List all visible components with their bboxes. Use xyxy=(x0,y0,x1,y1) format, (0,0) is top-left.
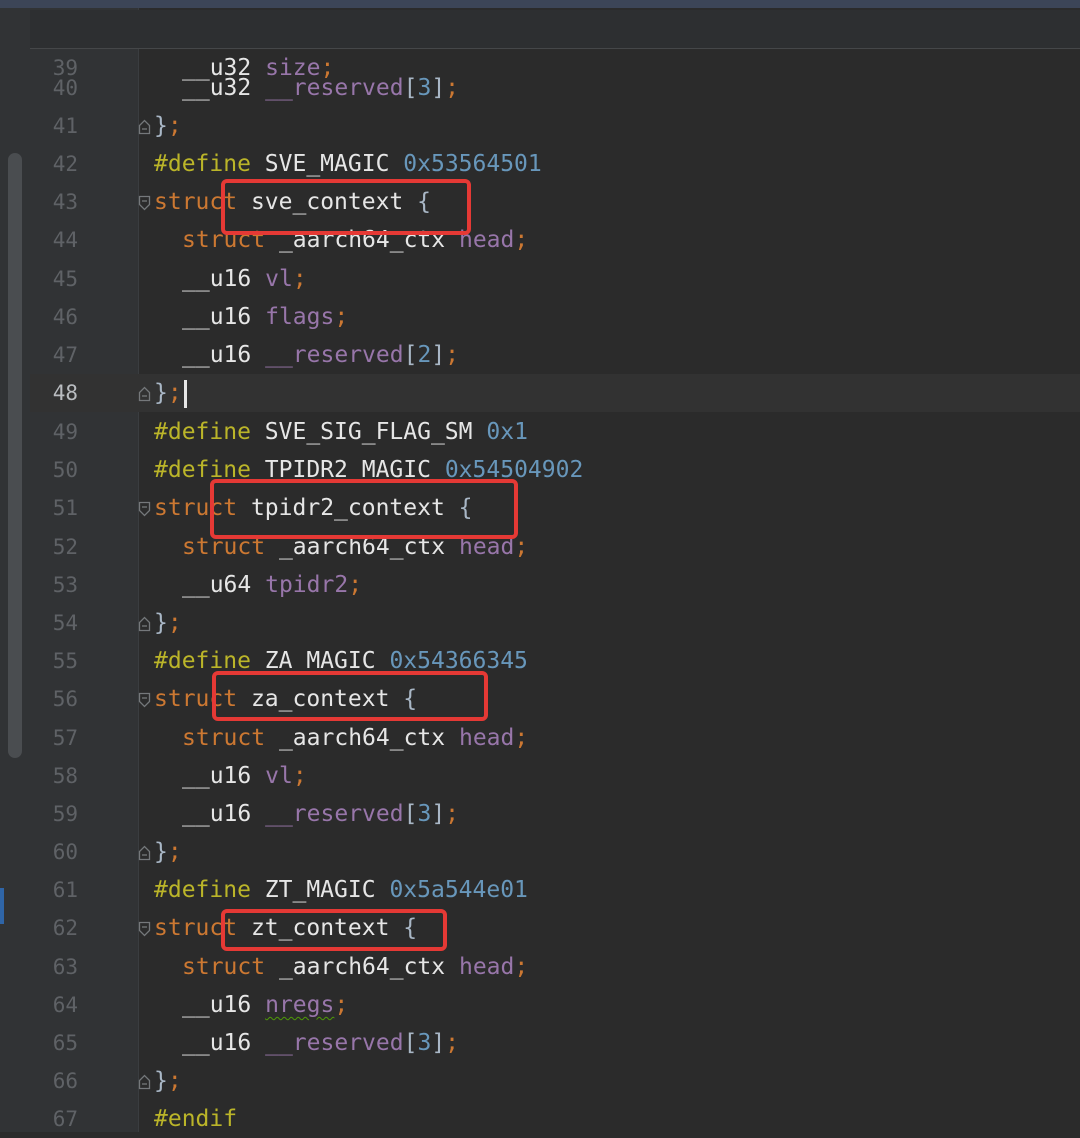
line-number: 40 xyxy=(52,76,78,100)
fold-close-icon[interactable] xyxy=(138,119,151,135)
line-number: 54 xyxy=(52,611,78,635)
fold-open-icon[interactable] xyxy=(138,501,151,517)
code-line[interactable]: 63 struct _aarch64_ctx head; xyxy=(30,948,1080,986)
code-text: #define ZT_MAGIC 0x5a544e01 xyxy=(154,877,528,903)
code-line[interactable]: 51 struct tpidr2_context { xyxy=(30,489,1080,527)
code-line[interactable]: 64 __u16 nregs; xyxy=(30,986,1080,1024)
fold-close-icon[interactable] xyxy=(138,616,151,632)
line-number: 49 xyxy=(52,420,78,444)
code-line[interactable]: 41}; xyxy=(30,107,1080,145)
code-text: __u16 __reserved[3]; xyxy=(182,801,460,827)
code-text: __u16 vl; xyxy=(182,763,307,789)
line-number: 50 xyxy=(52,458,78,482)
highlight-tpidr2-context xyxy=(210,479,518,539)
code-text: }; xyxy=(154,839,182,865)
code-line[interactable]: 52 struct _aarch64_ctx head; xyxy=(30,528,1080,566)
line-number: 42 xyxy=(52,152,78,176)
line-number: 66 xyxy=(52,1069,78,1093)
code-text: #define SVE_MAGIC 0x53564501 xyxy=(154,151,542,177)
code-line[interactable]: 67 #endif xyxy=(30,1100,1080,1138)
line-number: 59 xyxy=(52,802,78,826)
highlight-zt-context xyxy=(221,909,447,951)
line-number: 51 xyxy=(52,496,78,520)
code-line[interactable]: 40 __u32 __reserved[3]; xyxy=(30,69,1080,107)
line-number: 52 xyxy=(52,535,78,559)
line-number: 60 xyxy=(52,840,78,864)
sticky-scope-header[interactable] xyxy=(30,10,1080,49)
code-text: __u16 __reserved[2]; xyxy=(182,342,460,368)
line-number: 47 xyxy=(52,343,78,367)
code-text: #endif xyxy=(154,1106,238,1132)
code-line[interactable]: 53 __u64 tpidr2; xyxy=(30,566,1080,604)
code-text: __u16 vl; xyxy=(182,266,307,292)
code-line[interactable]: 59 __u16 __reserved[3]; xyxy=(30,795,1080,833)
line-number: 58 xyxy=(52,764,78,788)
line-number: 62 xyxy=(52,916,78,940)
code-line[interactable]: 66}; xyxy=(30,1062,1080,1100)
line-number: 67 xyxy=(52,1107,78,1131)
rail-active-marker xyxy=(0,888,4,924)
code-line[interactable]: 65 __u16 __reserved[3]; xyxy=(30,1024,1080,1062)
code-line[interactable]: 54}; xyxy=(30,604,1080,642)
code-line[interactable]: 48}; xyxy=(30,374,1080,412)
code-line[interactable]: 44 struct _aarch64_ctx head; xyxy=(30,221,1080,259)
fold-close-icon[interactable] xyxy=(138,1074,151,1090)
code-line[interactable]: 47 __u16 __reserved[2]; xyxy=(30,336,1080,374)
line-number: 56 xyxy=(52,687,78,711)
fold-close-icon[interactable] xyxy=(138,386,151,402)
code-text: }; xyxy=(154,1068,182,1094)
code-line[interactable]: 42 #define SVE_MAGIC 0x53564501 xyxy=(30,145,1080,183)
line-number: 55 xyxy=(52,649,78,673)
tool-window-rail xyxy=(0,8,31,1132)
code-text: }; xyxy=(154,374,187,412)
code-line[interactable]: 46 __u16 flags; xyxy=(30,298,1080,336)
line-number: 57 xyxy=(52,726,78,750)
code-line[interactable]: 45 __u16 vl; xyxy=(30,260,1080,298)
line-number: 63 xyxy=(52,955,78,979)
line-number: 64 xyxy=(52,993,78,1017)
code-line[interactable]: 61 #define ZT_MAGIC 0x5a544e01 xyxy=(30,871,1080,909)
fold-open-icon[interactable] xyxy=(138,195,151,211)
line-number: 45 xyxy=(52,267,78,291)
code-line[interactable]: 62 struct zt_context { xyxy=(30,909,1080,947)
line-number: 53 xyxy=(52,573,78,597)
fold-close-icon[interactable] xyxy=(138,845,151,861)
line-number: 43 xyxy=(52,190,78,214)
code-line[interactable]: 57 struct _aarch64_ctx head; xyxy=(30,719,1080,757)
code-line[interactable]: 43 struct sve_context { xyxy=(30,183,1080,221)
fold-open-icon[interactable] xyxy=(138,921,151,937)
line-number: 46 xyxy=(52,305,78,329)
code-text: struct _aarch64_ctx head; xyxy=(182,725,529,751)
rail-scrollbar[interactable] xyxy=(8,153,22,758)
text-cursor xyxy=(183,379,187,408)
line-number: 65 xyxy=(52,1031,78,1055)
code-line[interactable]: 60}; xyxy=(30,833,1080,871)
code-text: __u32 __reserved[3]; xyxy=(182,75,460,101)
code-text: __u16 nregs; xyxy=(182,992,349,1018)
window-top-strip xyxy=(0,0,1080,8)
code-line[interactable]: 49 #define SVE_SIG_FLAG_SM 0x1 xyxy=(30,413,1080,451)
code-line[interactable]: 58 __u16 vl; xyxy=(30,757,1080,795)
fold-open-icon[interactable] xyxy=(138,692,151,708)
code-text: #define SVE_SIG_FLAG_SM 0x1 xyxy=(154,419,528,445)
line-number: 61 xyxy=(52,878,78,902)
highlight-za-context xyxy=(212,671,488,721)
code-text: struct _aarch64_ctx head; xyxy=(182,954,529,980)
code-text: }; xyxy=(154,113,182,139)
code-text: __u16 __reserved[3]; xyxy=(182,1030,460,1056)
code-line[interactable]: 56 struct za_context { xyxy=(30,680,1080,718)
code-text: }; xyxy=(154,610,182,636)
line-number: 41 xyxy=(52,114,78,138)
line-number: 48 xyxy=(52,381,78,405)
code-line[interactable]: 50 #define TPIDR2_MAGIC 0x54504902 xyxy=(30,451,1080,489)
code-text: __u16 flags; xyxy=(182,304,349,330)
code-text: __u64 tpidr2; xyxy=(182,572,363,598)
highlight-sve-context xyxy=(221,179,471,235)
code-line[interactable]: 55 #define ZA_MAGIC 0x54366345 xyxy=(30,642,1080,680)
line-number: 44 xyxy=(52,228,78,252)
